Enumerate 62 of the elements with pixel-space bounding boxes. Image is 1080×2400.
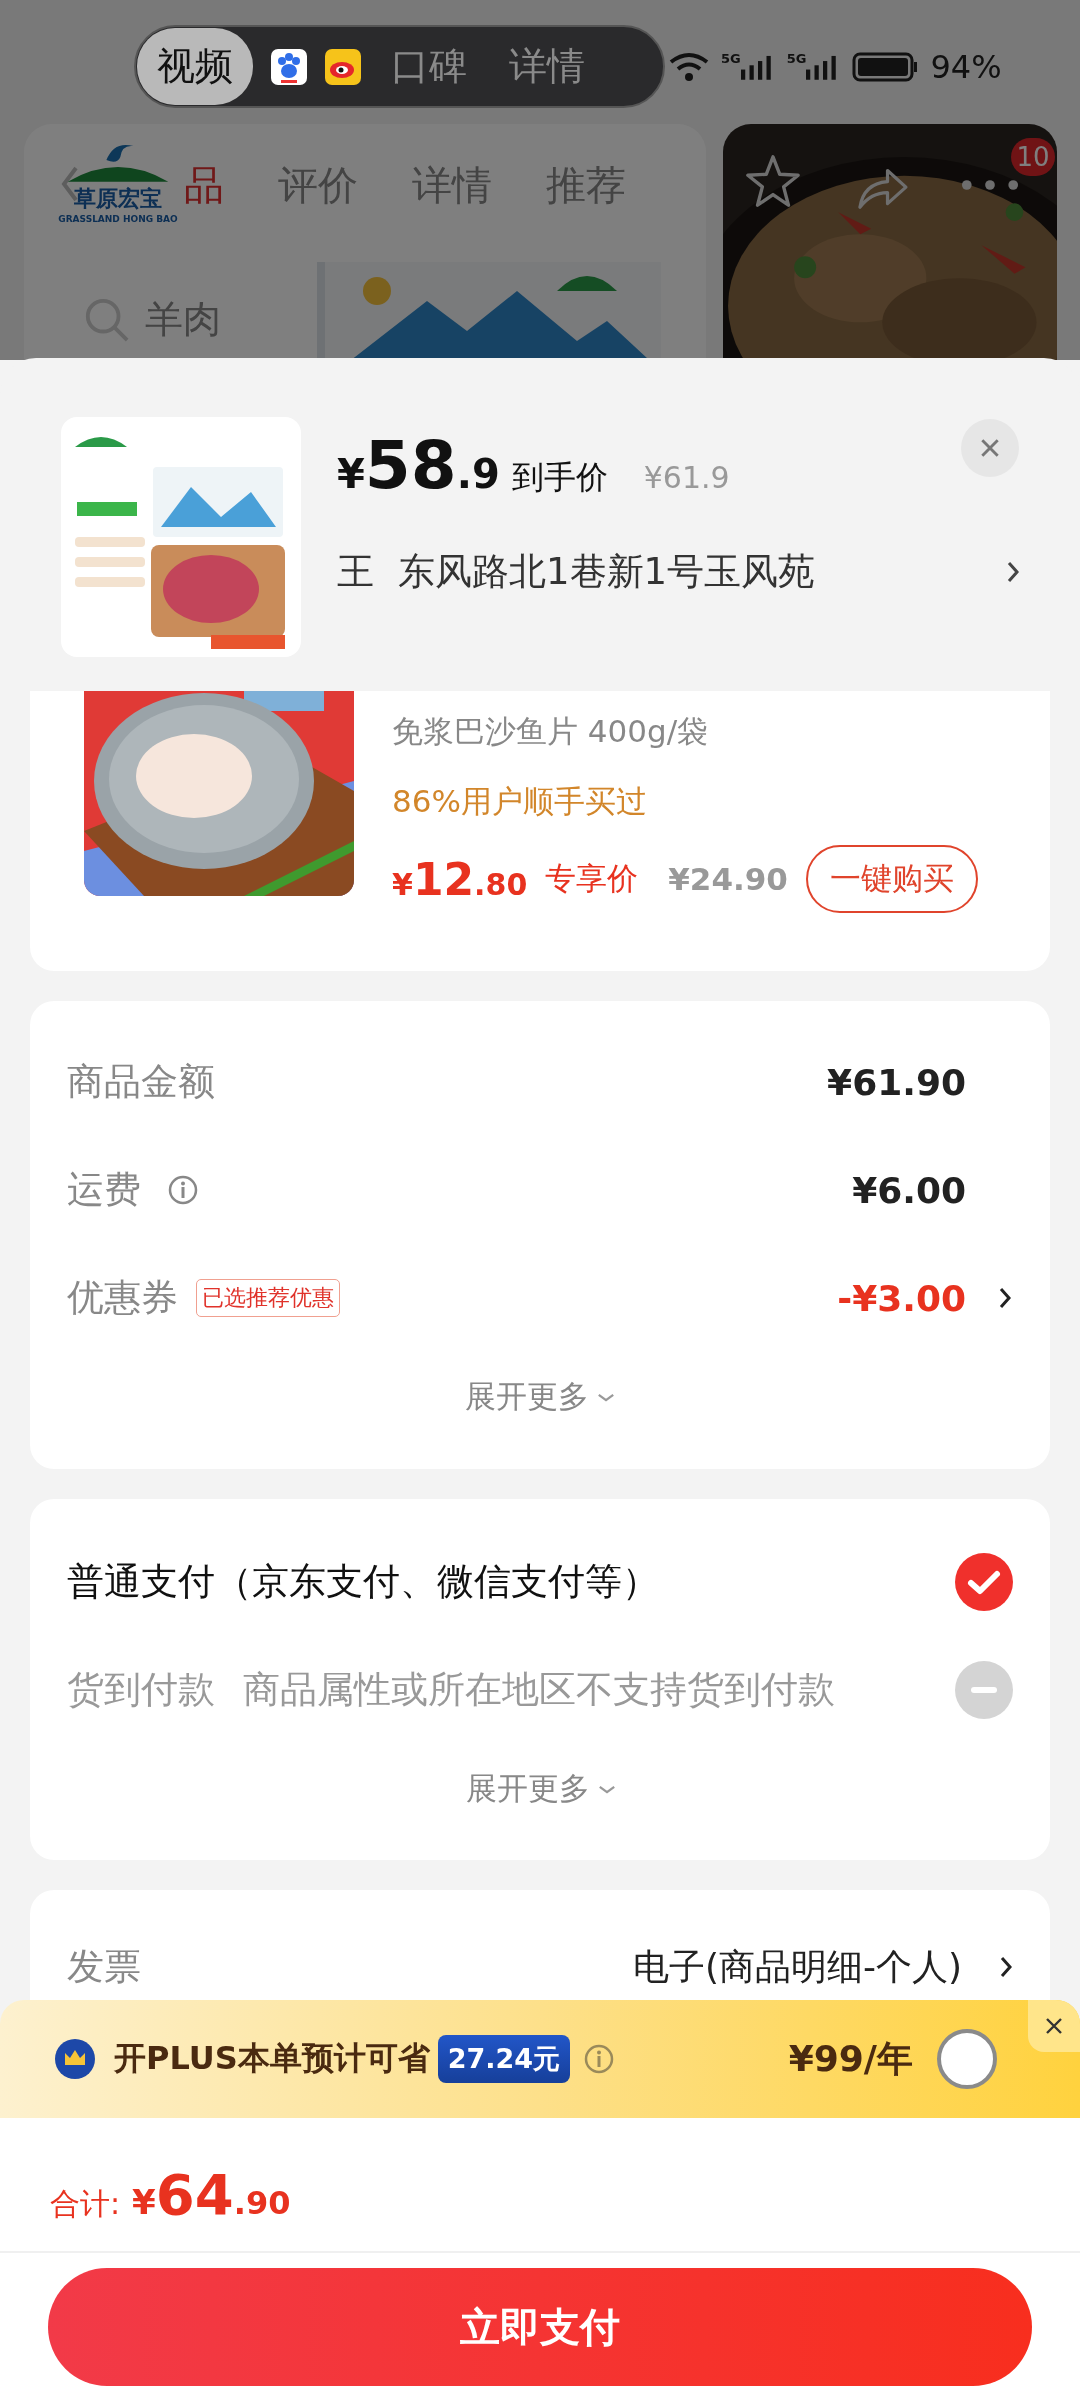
page-tab[interactable]: 品 bbox=[184, 158, 224, 213]
chevron-right-icon[interactable] bbox=[1000, 1956, 1012, 1978]
media-tab[interactable]: 视频 bbox=[137, 28, 253, 105]
recipient-name: 王 bbox=[337, 549, 374, 595]
coupon-tag: 已选推荐优惠 bbox=[196, 1279, 340, 1317]
paw-app-icon[interactable] bbox=[271, 48, 307, 85]
info-icon[interactable] bbox=[583, 2043, 616, 2075]
invoice-value[interactable]: 电子(商品明细-个人) bbox=[632, 1942, 962, 1992]
summary-value: ¥61.90 bbox=[827, 1061, 966, 1103]
purchase-note: 86%用户顺手买过 bbox=[392, 782, 648, 821]
logo-subtitle: GRASSLAND HONG BAO bbox=[58, 214, 178, 224]
info-icon[interactable] bbox=[167, 1174, 199, 1206]
plus-promo-text: 开PLUS本单预计可省 bbox=[114, 2038, 430, 2079]
eye-app-icon[interactable] bbox=[325, 48, 361, 85]
battery-percent: 94% bbox=[930, 47, 1002, 86]
checked-radio[interactable] bbox=[954, 1552, 1014, 1612]
final-price: ¥58.9 bbox=[337, 427, 500, 504]
plus-price: ¥99/年 bbox=[788, 2036, 913, 2081]
chevron-right-icon bbox=[1007, 561, 1019, 583]
close-button[interactable] bbox=[1028, 2000, 1080, 2052]
expand-button[interactable]: 展开更多 bbox=[465, 1768, 616, 1810]
payment-option[interactable]: 普通支付（京东支付、微信支付等） bbox=[67, 1557, 659, 1607]
chevron-right-icon[interactable] bbox=[999, 1287, 1011, 1309]
summary-label: 商品金额 bbox=[67, 1059, 215, 1105]
summary-value: ¥6.00 bbox=[852, 1169, 966, 1211]
more-icon[interactable] bbox=[961, 179, 1019, 191]
payment-note: 商品属性或所在地区不支持货到付款 bbox=[243, 1667, 835, 1713]
battery-icon bbox=[852, 51, 919, 82]
radio-button[interactable] bbox=[937, 2029, 997, 2089]
media-tab[interactable]: 口碑 bbox=[379, 41, 479, 92]
chevron-down-icon bbox=[596, 1392, 615, 1402]
offer-price: ¥12.80 bbox=[392, 853, 528, 905]
product-name: 免浆巴沙鱼片 400g/袋 bbox=[392, 712, 710, 751]
original-price: ¥61.9 bbox=[643, 460, 730, 495]
page-tab[interactable]: 详情 bbox=[412, 158, 492, 213]
invoice-label: 发票 bbox=[67, 1944, 141, 1990]
address-row[interactable]: 王 东风路北1巷新1号玉风苑 bbox=[337, 537, 1019, 607]
buy-button[interactable]: 一键购买 bbox=[805, 845, 978, 913]
pay-button[interactable]: 立即支付 bbox=[48, 2268, 1032, 2386]
address-text: 东风路北1巷新1号玉风苑 bbox=[398, 549, 817, 595]
network-type: 5G bbox=[786, 51, 807, 65]
page-tab[interactable]: 推荐 bbox=[546, 158, 626, 213]
original-price: ¥24.90 bbox=[668, 861, 788, 897]
logo-name: 草原宏宝 bbox=[74, 185, 162, 213]
total-label: 合计: bbox=[50, 2185, 121, 2223]
media-tab[interactable]: 详情 bbox=[497, 41, 597, 92]
price-label: 到手价 bbox=[511, 457, 608, 498]
price-label: 专享价 bbox=[545, 859, 639, 898]
summary-label: 优惠券 bbox=[67, 1275, 178, 1321]
expand-button[interactable]: 展开更多 bbox=[464, 1376, 615, 1418]
saving-badge: 27.24元 bbox=[437, 2035, 571, 2083]
summary-value: -¥3.00 bbox=[837, 1277, 966, 1319]
summary-label: 运费 bbox=[67, 1167, 141, 1213]
crown-icon bbox=[54, 2038, 96, 2080]
total-price: ¥64.90 bbox=[132, 2162, 291, 2227]
page-tab[interactable]: 评价 bbox=[278, 158, 358, 213]
wifi-icon bbox=[669, 51, 709, 82]
network-type: 5G bbox=[721, 51, 741, 65]
chevron-down-icon bbox=[597, 1784, 616, 1794]
close-icon bbox=[1044, 2016, 1064, 2036]
close-icon bbox=[979, 437, 1001, 459]
search-placeholder[interactable]: 羊肉 bbox=[145, 294, 221, 345]
